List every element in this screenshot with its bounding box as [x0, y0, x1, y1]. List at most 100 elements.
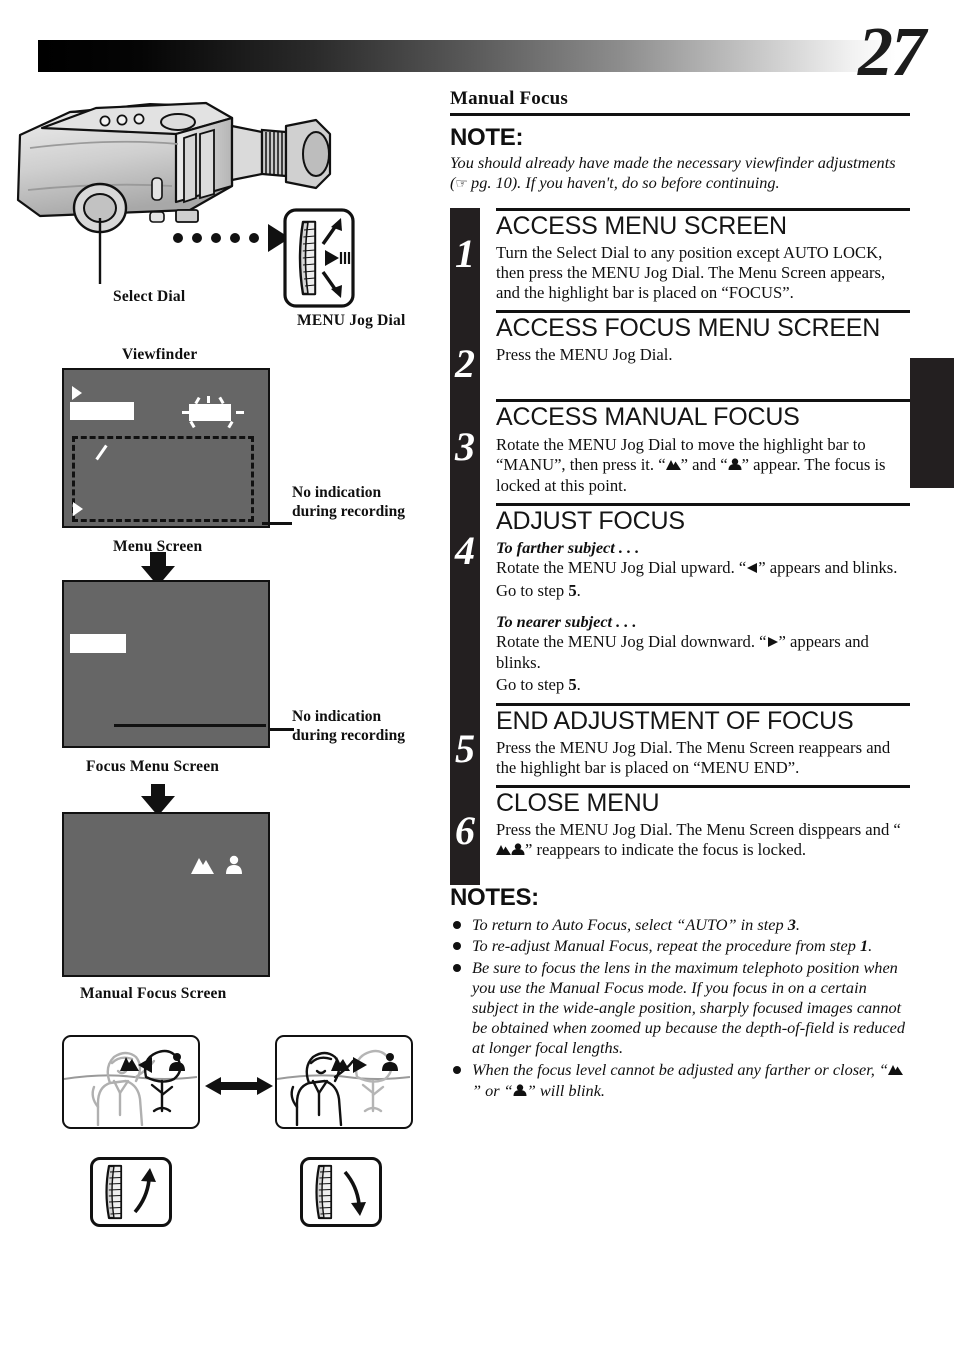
viewfinder-label: Viewfinder [122, 346, 198, 363]
focus-menu-highlight-bar [70, 634, 126, 653]
notes-item-3: Be sure to focus the lens in the maximum… [450, 958, 910, 1059]
menu-screen-side-note: No indication during recording [292, 484, 405, 520]
chapter-edge-tab [910, 358, 954, 488]
menu-jog-dial-label: MENU Jog Dial [297, 312, 406, 329]
camcorder-illustration: Select Dial MENU Jog Dial [0, 90, 440, 340]
menu-screen-illustration [62, 368, 270, 528]
mountain-icon [665, 456, 681, 476]
step-3-body-part2: ” and “ [680, 454, 728, 474]
page-number: 27 [858, 14, 926, 91]
person-icon [511, 841, 525, 861]
step-6-number: 6 [455, 807, 475, 853]
notes-item-2-text2: . [868, 936, 873, 956]
manual-focus-screen-illustration [62, 812, 270, 977]
person-icon [513, 1082, 527, 1102]
person-icon [226, 855, 242, 874]
jog-down-svg [315, 1164, 366, 1220]
notes-item-1-text1: To return to Auto Focus, select “AUTO” i… [472, 915, 788, 935]
step-2-heading: ACCESS FOCUS MENU SCREEN [496, 313, 881, 342]
step-5: 5 END ADJUSTMENT OF FOCUS Press the MENU… [450, 702, 910, 805]
mountain-icon [191, 858, 214, 874]
notes-item-4-text2: ” or “ [472, 1080, 513, 1100]
blink-ray-right [236, 411, 244, 414]
mountain-icon [888, 1061, 903, 1081]
blink-ray-br [227, 420, 234, 429]
arrow-left-icon [746, 559, 758, 579]
notes-item-4: When the focus level cannot be adjusted … [450, 1060, 910, 1102]
step-4: 4 ADJUST FOCUS To farther subject . . . … [450, 502, 910, 711]
double-arrow-icon [205, 1077, 273, 1095]
step-6-body-part2: ” reappears to indicate the focus is loc… [525, 840, 807, 860]
notes-item-2-bold: 1 [860, 936, 869, 956]
farther-subject-svg [64, 1049, 198, 1127]
notes-item-1: To return to Auto Focus, select “AUTO” i… [450, 915, 910, 935]
section-title: Manual Focus [450, 88, 568, 109]
notes-item-2: To re-adjust Manual Focus, repeat the pr… [450, 936, 910, 956]
menu-jog-dial-callout [283, 208, 355, 308]
jog-dial-rotate-down-icon [300, 1157, 382, 1227]
menu-cursor-triangle-top [72, 386, 82, 400]
step-4-subhead-nearer: To nearer subject . . . [496, 611, 637, 631]
menu-cursor-triangle-bottom [73, 502, 83, 516]
step-4-body-farther: Rotate the MENU Jog Dial upward. “ ” appe… [496, 558, 910, 581]
step-4-number: 4 [455, 527, 475, 573]
step-3-body: Rotate the MENU Jog Dial to move the hig… [496, 435, 910, 503]
select-dial-label: Select Dial [113, 288, 186, 305]
step-2-body: Press the MENU Jog Dial. [496, 345, 673, 365]
menu-screen-leader-line [262, 522, 292, 525]
mountain-icon [496, 841, 511, 861]
step-2: 2 ACCESS FOCUS MENU SCREEN Press the MEN… [450, 309, 910, 406]
step-4-goto-2-num: 5 [568, 674, 577, 694]
step-6: 6 CLOSE MENU Press the MENU Jog Dial. Th… [450, 784, 910, 885]
step-4-rule [496, 502, 910, 506]
step-5-number: 5 [455, 725, 475, 771]
farther-subject-photo [62, 1035, 200, 1129]
nearer-subject-svg [277, 1049, 411, 1127]
step-4-body-farther-part1: Rotate the MENU Jog Dial upward. “ [496, 558, 747, 577]
blink-ray-bl [189, 420, 196, 429]
step-1-body: Turn the Select Dial to any position exc… [496, 243, 886, 302]
notes-item-1-bold: 3 [787, 915, 796, 935]
menu-highlight-bar [70, 402, 134, 420]
blink-ray-tm [207, 396, 210, 403]
step-6-heading: CLOSE MENU [496, 788, 660, 817]
step-1-rule [496, 207, 910, 211]
note-text-after: pg. 10). If you haven't, do so before co… [466, 173, 780, 193]
jog-up-svg [105, 1164, 156, 1220]
notes-item-1-text2: . [795, 915, 800, 935]
focus-indicator-icons [191, 855, 242, 874]
camcorder-svg [16, 101, 332, 284]
step-4-goto-2: Go to step 5. [496, 675, 910, 703]
step-2-rule [496, 309, 910, 313]
step-3-number: 3 [455, 424, 475, 470]
focus-indicator-overlay [331, 1053, 398, 1073]
steps-list: 1 ACCESS MENU SCREEN Turn the Select Dia… [450, 207, 910, 885]
manual-focus-screen-caption: Manual Focus Screen [80, 985, 227, 1002]
step-5-heading: END ADJUSTMENT OF FOCUS [496, 706, 854, 735]
step-5-body: Press the MENU Jog Dial. The Menu Screen… [496, 738, 891, 777]
step-3: 3 ACCESS MANUAL FOCUS Rotate the MENU Jo… [450, 399, 910, 506]
step-4-goto-1: Go to step 5. [496, 581, 910, 612]
bullet-icon [453, 963, 461, 972]
step-6-rule [496, 784, 910, 788]
jog-dial-rotate-up-icon [90, 1157, 172, 1227]
step-4-subhead-farther: To farther subject . . . [496, 538, 640, 557]
blink-ray-left [182, 411, 190, 414]
notes-heading: NOTES: [450, 884, 539, 912]
instructions-column: Manual Focus NOTE: You should already ha… [450, 88, 910, 1103]
step-4-heading: ADJUST FOCUS [496, 506, 685, 535]
step-4-goto-1-text: Go to step [496, 580, 569, 600]
nearer-subject-photo [275, 1035, 413, 1129]
person-icon [728, 456, 742, 476]
menu-blinking-item [182, 396, 244, 430]
step-1: 1 ACCESS MENU SCREEN Turn the Select Dia… [450, 207, 910, 334]
focus-menu-side-note: No indication during recording [292, 708, 405, 744]
focus-comparison-figure [0, 1035, 440, 1275]
header-gradient-band [38, 40, 896, 72]
manual-page: 27 Select Dial MENU Jog Dial Viewfinder … [0, 0, 954, 1355]
bullet-icon [453, 942, 461, 951]
step-4-goto-2-text: Go to step [496, 674, 569, 694]
blurred-tree [354, 1049, 393, 1113]
menu-no-indication-region [72, 436, 254, 522]
step-2-number: 2 [455, 340, 475, 386]
